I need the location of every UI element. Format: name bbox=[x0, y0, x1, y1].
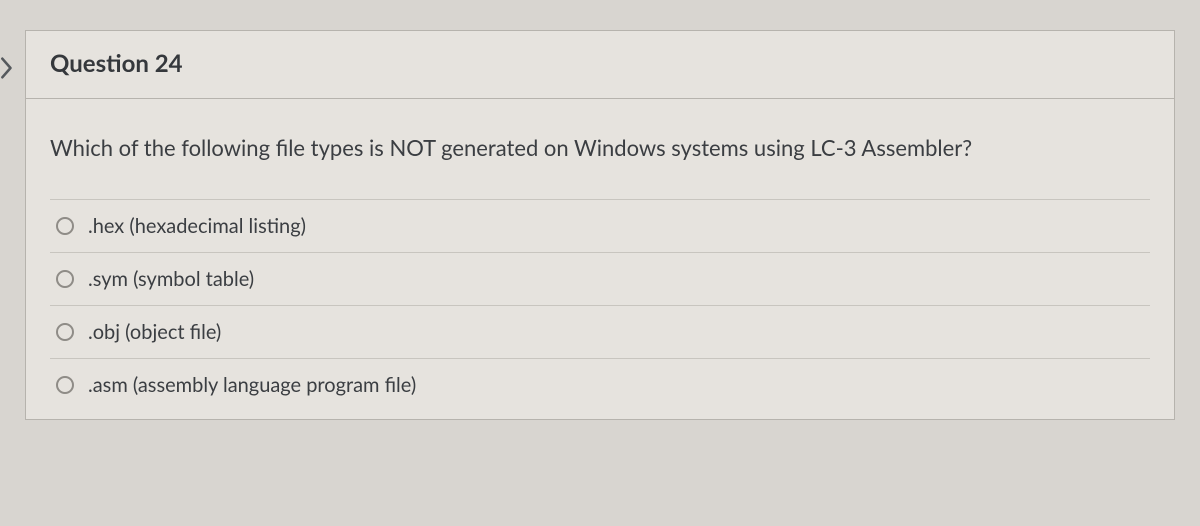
question-body: Which of the following file types is NOT… bbox=[26, 99, 1174, 419]
question-prompt: Which of the following file types is NOT… bbox=[50, 133, 1150, 163]
chevron-right-icon bbox=[0, 56, 14, 80]
option-hex[interactable]: .hex (hexadecimal listing) bbox=[50, 200, 1150, 253]
question-card: Question 24 Which of the following file … bbox=[25, 30, 1175, 420]
option-label: .hex (hexadecimal listing) bbox=[88, 214, 306, 238]
radio-icon bbox=[56, 270, 74, 288]
option-label: .obj (object file) bbox=[88, 320, 221, 344]
question-header: Question 24 bbox=[26, 31, 1174, 99]
options-list: .hex (hexadecimal listing) .sym (symbol … bbox=[50, 199, 1150, 411]
option-obj[interactable]: .obj (object file) bbox=[50, 306, 1150, 359]
option-label: .sym (symbol table) bbox=[88, 267, 254, 291]
question-title: Question 24 bbox=[50, 49, 1150, 78]
option-sym[interactable]: .sym (symbol table) bbox=[50, 253, 1150, 306]
option-asm[interactable]: .asm (assembly language program file) bbox=[50, 359, 1150, 411]
option-label: .asm (assembly language program file) bbox=[88, 373, 416, 397]
radio-icon bbox=[56, 217, 74, 235]
radio-icon bbox=[56, 376, 74, 394]
radio-icon bbox=[56, 323, 74, 341]
